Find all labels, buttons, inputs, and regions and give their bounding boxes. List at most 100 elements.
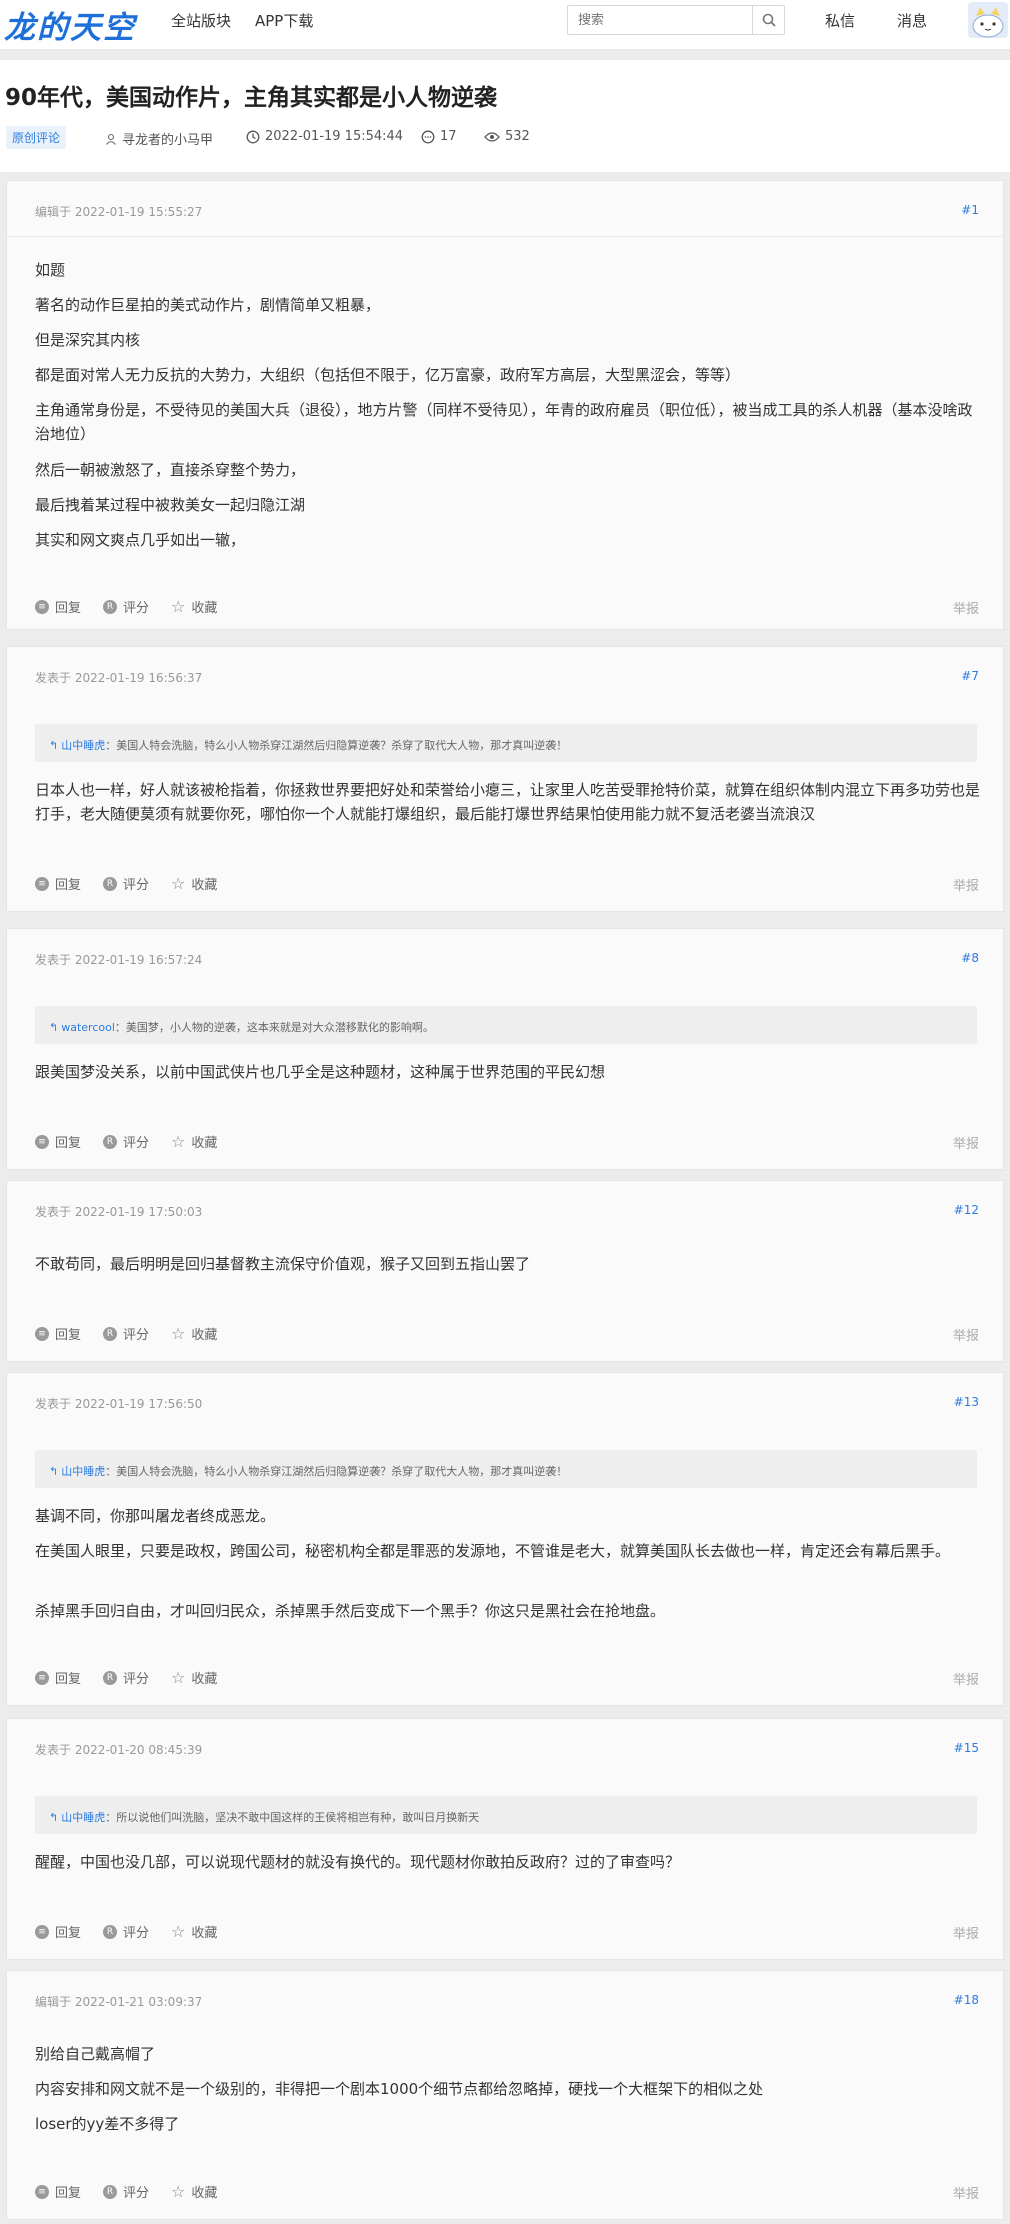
post-paragraph: 跟美国梦没关系，以前中国武侠片也几乎全是这种题材，这种属于世界范围的平民幻想: [35, 1063, 606, 1081]
favorite-label: 收藏: [191, 878, 218, 893]
floor-number[interactable]: #12: [954, 1203, 979, 1217]
rate-button[interactable]: R 评分: [103, 1668, 149, 1687]
floor-number[interactable]: #8: [961, 951, 979, 965]
post-paragraph: 杀掉黑手回归自由，才叫回归民众，杀掉黑手然后变成下一个黑手？你这只是黑社会在抢地…: [35, 1602, 666, 1620]
reply-arrow-icon: ↰: [49, 1021, 59, 1034]
rate-icon: R: [103, 2184, 118, 2199]
site-logo[interactable]: 龙的天空: [4, 2, 136, 47]
star-icon: ☆: [171, 874, 186, 893]
search-input[interactable]: [568, 6, 752, 34]
floor-number[interactable]: #13: [954, 1395, 979, 1409]
nav-private-message[interactable]: 私信: [825, 10, 855, 31]
favorite-label: 收藏: [191, 601, 218, 616]
post-edit-time: 编辑于 2022-01-21 03:09:37: [35, 1995, 203, 2009]
favorite-button[interactable]: ☆ 收藏: [171, 2182, 217, 2201]
report-link[interactable]: 举报: [953, 598, 979, 617]
quote-author[interactable]: 山中睡虎: [61, 1811, 105, 1824]
thread-author[interactable]: 寻龙者的小马甲: [105, 129, 213, 148]
rate-button[interactable]: R 评分: [103, 1132, 149, 1151]
thread-time: 2022-01-19 15:54:44: [246, 129, 403, 144]
eye-icon: [484, 131, 500, 142]
nav-all-boards[interactable]: 全站版块: [171, 10, 231, 31]
favorite-button[interactable]: ☆ 收藏: [171, 874, 217, 893]
quote-author[interactable]: 山中睡虎: [61, 739, 105, 752]
rate-label: 评分: [123, 2186, 150, 2201]
rate-icon: R: [103, 1924, 118, 1939]
report-link[interactable]: 举报: [953, 1325, 979, 1344]
post-paragraph: 在美国人眼里，只要是政权，跨国公司，秘密机构全都是罪恶的发源地，不管谁是老大，就…: [35, 1542, 951, 1560]
post-paragraph: 著名的动作巨星拍的美式动作片，剧情简单又粗暴，: [35, 296, 381, 314]
rate-button[interactable]: R 评分: [103, 1922, 149, 1941]
reply-arrow-icon: ↰: [49, 1811, 59, 1824]
quote-text: ：美国人特会洗脑，特么小人物杀穿江湖然后归隐算逆袭？杀穿了取代大人物，那才真叫逆…: [105, 739, 568, 752]
report-link[interactable]: 举报: [953, 1133, 979, 1152]
report-link[interactable]: 举报: [953, 1669, 979, 1688]
reply-button[interactable]: ≡ 回复: [35, 2182, 81, 2201]
thread-views: 532: [484, 129, 530, 144]
rate-button[interactable]: R 评分: [103, 1324, 149, 1343]
reply-arrow-icon: ↰: [49, 1465, 59, 1478]
thread-category-badge[interactable]: 原创评论: [6, 126, 67, 149]
post-paragraph: 醒醒，中国也没几部，可以说现代题材的就没有换代的。现代题材你敢拍反政府？过的了审…: [35, 1853, 681, 1871]
post-paragraph: 内容安排和网文就不是一个级别的，非得把一个剧本1000个细节点都给忽略掉，硬找一…: [35, 2080, 764, 2098]
quote-text: ：所以说他们叫洗脑，坚决不敢中国这样的王侯将相岂有种，敢叫日月换新天: [105, 1811, 480, 1824]
floor-number[interactable]: #18: [954, 1993, 979, 2007]
favorite-button[interactable]: ☆ 收藏: [171, 597, 217, 616]
favorite-button[interactable]: ☆ 收藏: [171, 1324, 217, 1343]
rate-button[interactable]: R 评分: [103, 874, 149, 893]
floor-number[interactable]: #1: [961, 203, 979, 217]
reply-button[interactable]: ≡ 回复: [35, 1324, 81, 1343]
search-icon: [762, 13, 776, 27]
report-link[interactable]: 举报: [953, 875, 979, 894]
post-paragraph: 都是面对常人无力反抗的大势力，大组织（包括但不限于，亿万富豪，政府军方高层，大型…: [35, 366, 741, 384]
reply-button[interactable]: ≡ 回复: [35, 874, 81, 893]
post-paragraph: 别给自己戴高帽了: [35, 2045, 156, 2063]
author-name: 寻龙者的小马甲: [122, 133, 214, 148]
user-avatar[interactable]: [968, 2, 1008, 38]
favorite-button[interactable]: ☆ 收藏: [171, 1668, 217, 1687]
post-paragraph: loser的yy差不多得了: [35, 2115, 180, 2133]
reply-button[interactable]: ≡ 回复: [35, 1922, 81, 1941]
floor-number[interactable]: #15: [954, 1741, 979, 1755]
favorite-label: 收藏: [191, 2186, 218, 2201]
quote-block: ↰ 山中睡虎：美国人特会洗脑，特么小人物杀穿江湖然后归隐算逆袭？杀穿了取代大人物，…: [35, 1450, 977, 1488]
quote-block: ↰ 山中睡虎：美国人特会洗脑，特么小人物杀穿江湖然后归隐算逆袭？杀穿了取代大人物，…: [35, 724, 977, 762]
reply-icon: ≡: [35, 1670, 49, 1685]
post-actions: ≡ 回复 R 评分 ☆ 收藏: [35, 597, 217, 616]
divider: [7, 236, 1003, 237]
thread-replies: 17: [421, 129, 457, 144]
comment-icon: [421, 130, 435, 143]
quote-author[interactable]: 山中睡虎: [61, 1465, 105, 1478]
floor-number[interactable]: #7: [961, 669, 979, 683]
star-icon: ☆: [171, 1922, 186, 1941]
post-edit-time: 编辑于 2022-01-19 15:55:27: [35, 205, 203, 219]
post-paragraph: 不敢苟同，最后明明是回归基督教主流保守价值观，猴子又回到五指山罢了: [35, 1255, 531, 1273]
post-floor-18: 编辑于 2022-01-21 03:09:37 #18 别给自己戴高帽了 内容安…: [6, 1970, 1004, 2220]
post-paragraph: 主角通常身份是，不受待见的美国大兵（退役），地方片警（同样不受待见），年青的政府…: [35, 401, 973, 443]
post-actions: ≡ 回复 R 评分 ☆ 收藏: [35, 1668, 217, 1687]
favorite-button[interactable]: ☆ 收藏: [171, 1132, 217, 1151]
search-button[interactable]: [752, 6, 784, 34]
reply-icon: ≡: [35, 876, 49, 891]
star-icon: ☆: [171, 1324, 186, 1343]
post-time: 发表于 2022-01-19 17:56:50: [35, 1397, 203, 1411]
rate-label: 评分: [123, 1926, 150, 1941]
rate-button[interactable]: R 评分: [103, 597, 149, 616]
reply-button[interactable]: ≡ 回复: [35, 1668, 81, 1687]
post-paragraph: 基调不同，你那叫屠龙者终成恶龙。: [35, 1507, 276, 1525]
quote-author[interactable]: watercool: [61, 1021, 115, 1034]
nav-app-download[interactable]: APP下载: [255, 10, 313, 31]
reply-label: 回复: [55, 1926, 82, 1941]
report-link[interactable]: 举报: [953, 2183, 979, 2202]
avatar-cat-icon: [968, 2, 1008, 38]
report-link[interactable]: 举报: [953, 1923, 979, 1942]
favorite-button[interactable]: ☆ 收藏: [171, 1922, 217, 1941]
view-count: 532: [505, 129, 530, 144]
post-paragraph: 然后一朝被激怒了，直接杀穿整个势力，: [35, 461, 306, 479]
reply-button[interactable]: ≡ 回复: [35, 597, 81, 616]
reply-button[interactable]: ≡ 回复: [35, 1132, 81, 1151]
nav-notifications[interactable]: 消息: [897, 10, 927, 31]
reply-arrow-icon: ↰: [49, 739, 59, 752]
rate-button[interactable]: R 评分: [103, 2182, 149, 2201]
star-icon: ☆: [171, 1132, 186, 1151]
